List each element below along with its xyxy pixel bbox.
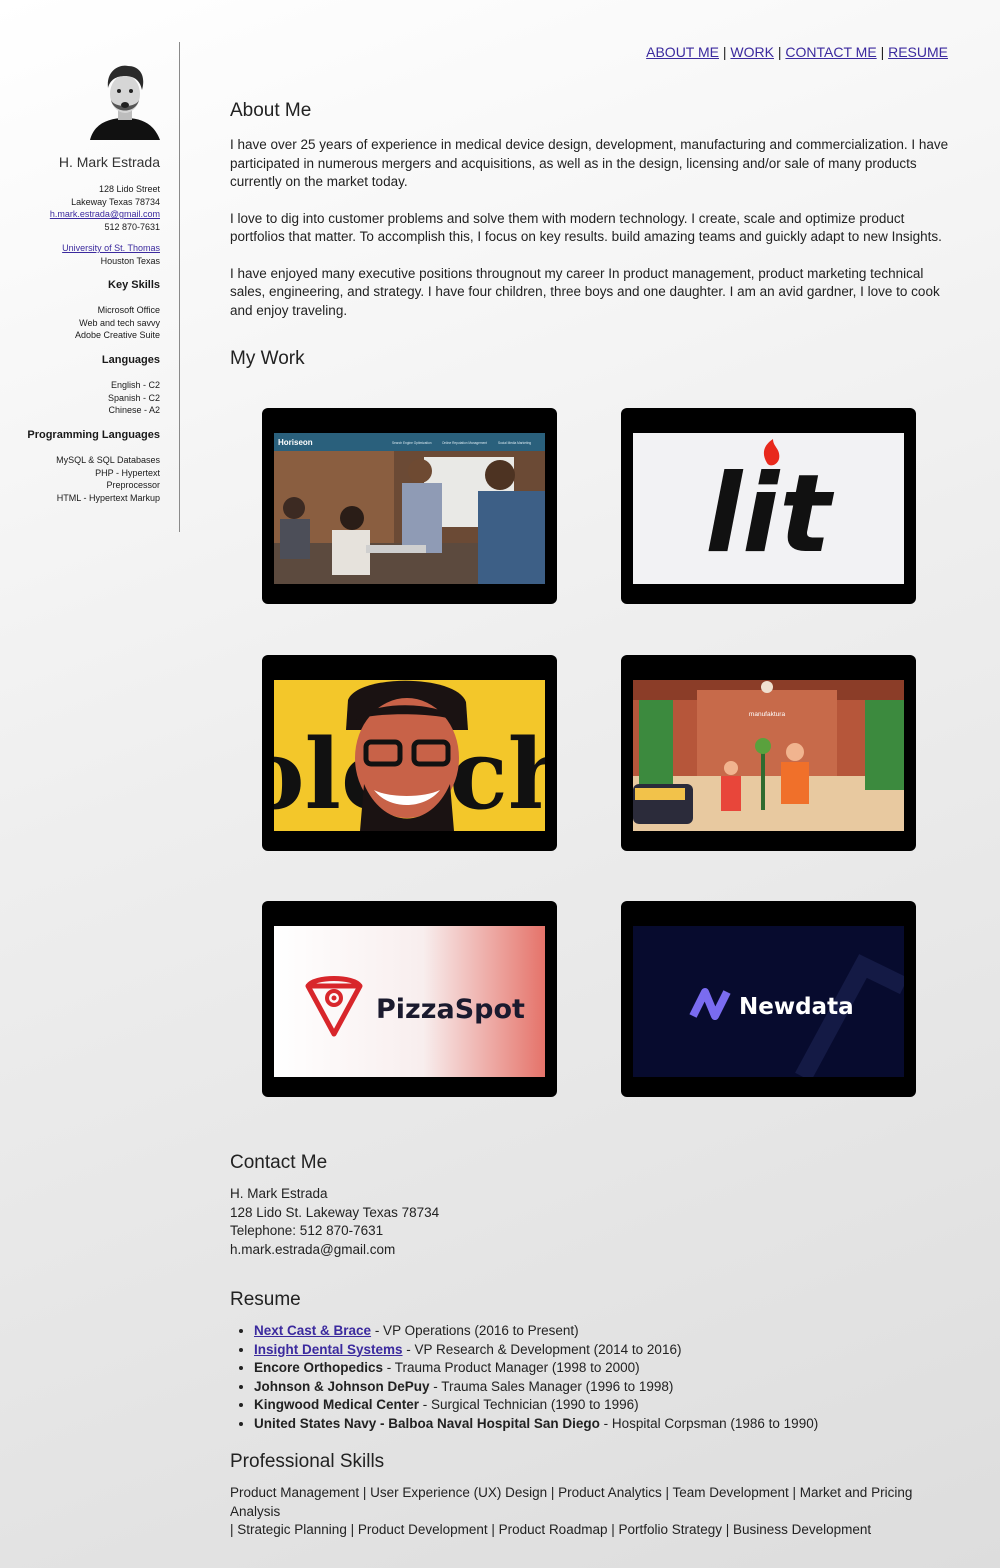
resume-heading: Resume: [230, 1289, 301, 1310]
key-skills-list: Microsoft Office Web and tech savvy Adob…: [75, 304, 160, 342]
languages-list: English - C2 Spanish - C2 Chinese - A2: [108, 379, 160, 417]
list-item: Kingwood Medical Center - Surgical Techn…: [254, 1396, 950, 1415]
skills-section: Professional Skills Product Management |…: [230, 1451, 950, 1540]
newdata-logo: Newdata: [739, 994, 854, 1020]
about-paragraph: I love to dig into customer problems and…: [230, 210, 942, 245]
horiseon-link: Search Engine Optimization: [392, 441, 432, 445]
phone: 512 870-7631: [104, 221, 160, 232]
nav-separator: |: [880, 44, 885, 60]
skills-line: | Strategic Planning | Product Developme…: [230, 1522, 872, 1537]
nav-about-me[interactable]: ABOUT ME: [646, 44, 719, 60]
key-skills-heading: Key Skills: [108, 279, 160, 291]
list-item: United States Navy - Balboa Naval Hospit…: [254, 1415, 950, 1434]
sidebar-divider: [179, 42, 180, 532]
list-item: MySQL & SQL Databases: [56, 455, 160, 465]
contact-email: h.mark.estrada@gmail.com: [230, 1241, 396, 1257]
manufaktura-label: manufaktura: [749, 711, 786, 718]
job-detail: - VP Research & Development (2014 to 201…: [402, 1341, 682, 1357]
address-line: 128 Lido Street: [98, 184, 160, 194]
contact-heading: Contact Me: [230, 1152, 328, 1173]
work-tile-horiseon[interactable]: Horiseon Search Engine Optimization Onli…: [262, 408, 557, 604]
school-location: Houston Texas: [100, 255, 160, 266]
horiseon-link: Online Reputation Management: [442, 441, 487, 445]
list-item: Johnson & Johnson DePuy - Trauma Sales M…: [254, 1378, 950, 1397]
programming-list: MySQL & SQL Databases PHP - Hypertext Pr…: [56, 454, 160, 504]
list-item: HTML - Hypertext Markup: [56, 492, 160, 503]
email-link[interactable]: h.mark.estrada@gmail.com: [50, 209, 160, 219]
languages-heading: Languages: [101, 354, 160, 366]
job-detail: - VP Operations (2016 to Present): [371, 1323, 579, 1338]
lit-logo: lit: [705, 452, 834, 577]
nav-work[interactable]: WORK: [730, 44, 774, 60]
top-nav: ABOUT ME | WORK | CONTACT ME | RESUME: [646, 44, 948, 60]
resume-list: Next Cast & Brace - VP Operations (2016 …: [230, 1322, 950, 1433]
company-name: United States Navy - Balboa Naval Hospit…: [254, 1415, 600, 1431]
list-item: Chinese - A2: [108, 405, 160, 415]
company-link[interactable]: Insight Dental Systems: [254, 1342, 403, 1357]
company-name: Johnson & Johnson DePuy: [254, 1378, 430, 1394]
manufaktura-illustration: manufaktura: [633, 680, 904, 831]
job-detail: - Surgical Technician (1990 to 1996): [419, 1397, 639, 1412]
work-tile-lit[interactable]: lit: [621, 408, 916, 604]
avatar: [90, 65, 160, 140]
about-paragraph: I have over 25 years of experience in me…: [230, 137, 949, 189]
job-detail: - Trauma Sales Manager (1996 to 1998): [429, 1378, 674, 1394]
list-item: Next Cast & Brace - VP Operations (2016 …: [254, 1322, 950, 1341]
about-heading: About Me: [230, 100, 312, 121]
work-tile-newdata[interactable]: Newdata: [621, 901, 916, 1097]
horiseon-logo: Horiseon: [278, 438, 313, 447]
about-section: About Me I have over 25 years of experie…: [230, 100, 950, 338]
about-paragraph: I have enjoyed many executive positions …: [230, 265, 940, 318]
list-item: Encore Orthopedics - Trauma Product Mana…: [254, 1359, 950, 1378]
resume-section: Resume Next Cast & Brace - VP Operations…: [230, 1289, 950, 1433]
horiseon-link: Social Media Marketing: [498, 441, 531, 445]
list-item: Web and tech savvy: [79, 317, 160, 328]
sidebar: H. Mark Estrada 128 Lido Street Lakeway …: [20, 42, 160, 532]
newdata-logo-screenshot: Newdata: [633, 926, 904, 1077]
list-item: Insight Dental Systems - VP Research & D…: [254, 1341, 950, 1360]
work-heading: My Work: [230, 348, 305, 369]
sidebar-name: H. Mark Estrada: [58, 154, 160, 170]
company-link[interactable]: Next Cast & Brace: [254, 1323, 371, 1338]
sidebar-education: University of St. Thomas Houston Texas: [62, 242, 160, 267]
list-item: Preprocessor: [106, 480, 160, 490]
nav-separator: |: [777, 44, 782, 60]
lit-logo-screenshot: lit: [633, 433, 904, 584]
contact-name: H. Mark Estrada: [230, 1186, 328, 1201]
portrait-illustration: olotch: [274, 680, 545, 831]
skills-line: Product Management | User Experience (UX…: [230, 1485, 913, 1519]
sidebar-contact: 128 Lido Street Lakeway Texas 78734 h.ma…: [50, 183, 160, 233]
address-line: Lakeway Texas 78734: [71, 196, 160, 207]
contact-section: Contact Me H. Mark Estrada 128 Lido St. …: [230, 1152, 950, 1259]
contact-phone: Telephone: 512 870-7631: [230, 1223, 384, 1238]
job-detail: - Hospital Corpsman (1986 to 1990): [599, 1415, 819, 1431]
list-item: Adobe Creative Suite: [74, 330, 160, 340]
pizzaspot-logo-screenshot: PizzaSpot: [274, 926, 545, 1077]
list-item: Microsoft Office: [97, 305, 160, 315]
nav-separator: |: [722, 44, 727, 60]
work-tile-pizzaspot[interactable]: PizzaSpot: [262, 901, 557, 1097]
list-item: Spanish - C2: [107, 392, 160, 403]
company-name: Kingwood Medical Center: [254, 1397, 420, 1412]
contact-address: 128 Lido St. Lakeway Texas 78734: [230, 1204, 440, 1220]
horiseon-screenshot: Horiseon Search Engine Optimization Onli…: [274, 433, 545, 584]
programming-heading: Programming Languages: [27, 429, 160, 441]
school-link[interactable]: University of St. Thomas: [62, 243, 160, 253]
job-detail: - Trauma Product Manager (1998 to 2000): [383, 1360, 640, 1375]
nav-contact-me[interactable]: CONTACT ME: [785, 44, 876, 60]
nav-resume[interactable]: RESUME: [888, 44, 948, 60]
list-item: PHP - Hypertext: [95, 467, 160, 478]
work-tile-manufaktura[interactable]: manufaktura: [621, 655, 916, 851]
company-name: Encore Orthopedics: [254, 1360, 384, 1375]
pizzaspot-logo: PizzaSpot: [376, 994, 525, 1025]
work-tile-portrait[interactable]: olotch: [262, 655, 557, 851]
list-item: English - C2: [110, 380, 160, 390]
skills-heading: Professional Skills: [230, 1451, 385, 1472]
